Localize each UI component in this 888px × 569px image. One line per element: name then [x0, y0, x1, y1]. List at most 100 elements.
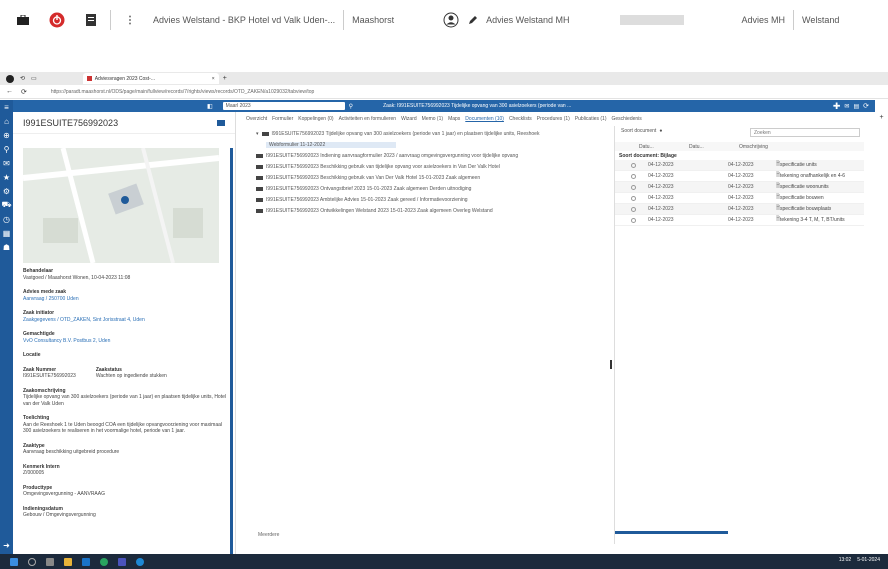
- refresh-icon[interactable]: ⟳: [21, 88, 27, 96]
- row-checkbox[interactable]: [631, 184, 636, 190]
- tab-advies-mh[interactable]: Advies MH: [742, 15, 786, 25]
- tab-procedures[interactable]: Procedures (1): [537, 116, 570, 122]
- table-row[interactable]: 04-12-2023 04-12-2023 🗎 specificatie units: [615, 160, 864, 171]
- field-link[interactable]: Zaakgegevens / OTD_ZAKEN, Sint Jorisstra…: [23, 317, 231, 324]
- briefcase-icon[interactable]: [12, 9, 34, 31]
- home-icon[interactable]: ⌂: [0, 114, 13, 128]
- info-icon[interactable]: ●: [659, 128, 662, 134]
- row-checkbox[interactable]: [631, 206, 636, 212]
- table-row[interactable]: 04-12-2023 04-12-2023 🗎 specificatie woonun…: [615, 182, 864, 193]
- gear-icon[interactable]: ⚙: [0, 184, 13, 198]
- outlook-icon[interactable]: [82, 557, 90, 566]
- user-icon[interactable]: [440, 9, 462, 31]
- table-row[interactable]: 04-12-2023 04-12-2023 🗎 specificatie bouwpl…: [615, 204, 864, 215]
- col-omschrijving[interactable]: Omschrijving: [739, 144, 768, 150]
- tab-advies-welstand-bkp[interactable]: Advies Welstand - BKP Hotel vd Valk Uden…: [153, 15, 335, 25]
- tab-welstand[interactable]: Welstand: [802, 15, 839, 25]
- explorer-icon[interactable]: [64, 557, 72, 566]
- tab-memo[interactable]: Memo (1): [422, 116, 443, 122]
- edge-icon[interactable]: [136, 557, 144, 566]
- browser-tab-label: Adviesvragen 2023 Cost-...: [94, 75, 156, 82]
- row-checkbox[interactable]: [631, 217, 636, 223]
- mail-icon[interactable]: ✉: [844, 103, 849, 110]
- tree-item[interactable]: I991ESUITE756992023 Indiening aanvraagfo…: [256, 150, 612, 161]
- add-icon[interactable]: ✚: [833, 101, 841, 112]
- group-header[interactable]: Soort document: Bijlage: [615, 151, 864, 160]
- doc-icon[interactable]: ▤: [853, 103, 859, 110]
- horizontal-scrollbar[interactable]: [615, 531, 728, 534]
- tab-wizard[interactable]: Wizard: [401, 116, 417, 122]
- tab-formulier[interactable]: Formulier: [272, 116, 293, 122]
- tree-item[interactable]: Webformulier 11-12-2022: [256, 139, 612, 150]
- browser-tab[interactable]: Adviesvragen 2023 Cost-... ×: [82, 73, 219, 84]
- tree-item[interactable]: I991ESUITE756992023 Ontwikkelingen Welst…: [256, 205, 612, 216]
- search-input[interactable]: Maarl 2023: [222, 102, 345, 110]
- cell-date: 04-12-2023: [728, 217, 754, 223]
- tabs-icon[interactable]: ▭: [31, 75, 37, 82]
- power-icon[interactable]: [46, 9, 68, 31]
- truck-icon[interactable]: ⛟: [0, 198, 13, 212]
- tab-publicaties[interactable]: Publicaties (1): [575, 116, 607, 122]
- table-row[interactable]: 04-12-2023 04-12-2023 🗎 specificatie bouwen: [615, 193, 864, 204]
- chevron-down-icon[interactable]: ▾: [256, 131, 259, 137]
- url-input[interactable]: https://paradt.maashorst.nl/ODS/page/mai…: [51, 89, 691, 95]
- splitter-handle[interactable]: [610, 360, 612, 369]
- refresh-icon[interactable]: ⟳: [863, 102, 869, 110]
- back-tabs-icon[interactable]: ⟲: [20, 75, 25, 82]
- user-icon[interactable]: ☗: [0, 240, 13, 254]
- clock-date[interactable]: 5-01-2024: [857, 557, 880, 563]
- field-link[interactable]: Aanvraag / 250700 Uden: [23, 296, 231, 303]
- new-tab-icon[interactable]: +: [223, 75, 227, 82]
- document-icon[interactable]: [80, 9, 102, 31]
- tab-checklists[interactable]: Checklists: [509, 116, 532, 122]
- task-view-icon[interactable]: [46, 557, 54, 566]
- windows-start-icon[interactable]: [10, 557, 18, 566]
- row-checkbox[interactable]: [631, 162, 636, 168]
- tab-geschiedenis[interactable]: Geschiedenis: [612, 116, 642, 122]
- panel-icon[interactable]: ◧: [207, 103, 213, 110]
- tree-item[interactable]: ▾ I991ESUITE756992023 Tijdelijke opvang v…: [256, 128, 612, 139]
- mail-icon[interactable]: ✉: [0, 156, 13, 170]
- tree-item[interactable]: I991ESUITE756992023 Beschikking gebruik …: [256, 161, 612, 172]
- teams-icon[interactable]: [118, 557, 126, 566]
- scrollbar[interactable]: [230, 148, 233, 554]
- tab-maashorst[interactable]: Maashorst: [352, 15, 394, 25]
- clock-icon[interactable]: ◷: [0, 212, 13, 226]
- col-date1[interactable]: Datu...: [639, 144, 689, 150]
- table-row[interactable]: 04-12-2023 04-12-2023 🗎 tekening onafhankel…: [615, 171, 864, 182]
- logout-icon[interactable]: ➜: [0, 538, 13, 552]
- tab-overzicht[interactable]: Overzicht: [246, 116, 267, 122]
- search-icon[interactable]: ⚲: [0, 142, 13, 156]
- close-icon[interactable]: ×: [212, 76, 215, 82]
- field-link[interactable]: VvO Consultancy B.V. Postbus 2, Uden: [23, 338, 231, 345]
- row-checkbox[interactable]: [631, 173, 636, 179]
- tree-item[interactable]: I991ESUITE756992023 Ambtelijke Advies 15…: [256, 194, 612, 205]
- menu-icon[interactable]: ≡: [0, 100, 13, 114]
- pencil-icon[interactable]: [462, 9, 484, 31]
- group-by-label[interactable]: Soort document: [621, 128, 656, 134]
- star-icon[interactable]: ★: [0, 170, 13, 184]
- tab-koppelingen[interactable]: Koppelingen (0): [298, 116, 333, 122]
- tree-item-selected[interactable]: Webformulier 11-12-2022: [266, 141, 396, 148]
- table-row[interactable]: 04-12-2023 04-12-2023 🗎 tekening 3-4 T, M, …: [615, 215, 864, 226]
- grid-icon[interactable]: ▦: [0, 226, 13, 240]
- tree-item[interactable]: I991ESUITE756992023 Ontvangstbrief 2023 …: [256, 183, 612, 194]
- back-icon[interactable]: ←: [6, 88, 13, 95]
- clock-time[interactable]: 13:02: [839, 557, 852, 563]
- documents-search-input[interactable]: Zoeken: [750, 128, 860, 137]
- tree-item[interactable]: I991ESUITE756992023 Beschikking gebruik …: [256, 172, 612, 183]
- tab-maps[interactable]: Maps: [448, 116, 460, 122]
- row-checkbox[interactable]: [631, 195, 636, 201]
- tab-activiteiten[interactable]: Activiteiten en formulieren: [339, 116, 397, 122]
- tab-documenten[interactable]: Documenten (10): [465, 116, 504, 122]
- chrome-icon[interactable]: [100, 557, 108, 566]
- location-map[interactable]: [23, 148, 219, 263]
- search-icon[interactable]: [28, 557, 36, 566]
- search-icon[interactable]: ⚲: [349, 103, 353, 110]
- tab-advies-welstand-mh[interactable]: Advies Welstand MH: [486, 15, 569, 25]
- plus-icon[interactable]: ⊕: [0, 128, 13, 142]
- more-vertical-icon[interactable]: [119, 9, 141, 31]
- col-date2[interactable]: Datu...: [689, 144, 739, 150]
- chevron-icon[interactable]: +: [875, 114, 888, 121]
- cell-date: 04-12-2023: [648, 206, 674, 212]
